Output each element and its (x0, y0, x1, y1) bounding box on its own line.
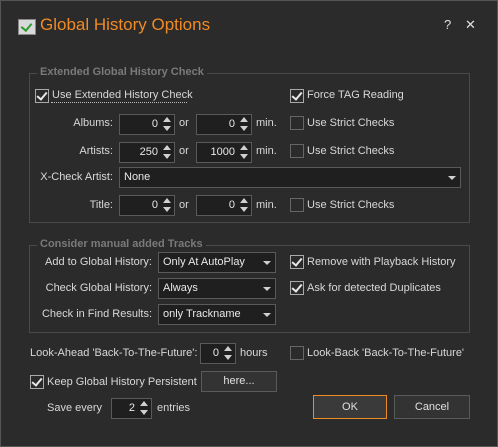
spinner-arrows-icon[interactable] (238, 196, 251, 215)
lookback-label[interactable]: Look-Back 'Back-To-The-Future' (307, 347, 464, 359)
remove-playback-label[interactable]: Remove with Playback History (307, 256, 456, 268)
ask-duplicates-label[interactable]: Ask for detected Duplicates (307, 282, 441, 294)
help-button[interactable]: ? (444, 17, 451, 32)
artists-label: Artists: (79, 145, 113, 157)
keep-persistent-label[interactable]: Keep Global History Persistent (47, 376, 197, 388)
force-tag-label[interactable]: Force TAG Reading (307, 89, 404, 101)
use-extended-label[interactable]: Use Extended History Check (52, 89, 193, 101)
artists-or-label: or (179, 145, 189, 157)
check-history-label: Check Global History: (45, 282, 152, 294)
here-button[interactable]: here... (201, 371, 277, 392)
title-to-value: 0 (228, 199, 235, 211)
force-tag-checkbox[interactable] (290, 89, 304, 103)
artists-from-spinner[interactable]: 250 (119, 142, 175, 163)
check-history-value: Always (163, 282, 198, 294)
remove-playback-checkbox[interactable] (290, 255, 304, 269)
albums-or-label: or (179, 117, 189, 129)
chevron-down-icon[interactable] (263, 261, 271, 265)
artists-strict-label[interactable]: Use Strict Checks (307, 145, 394, 157)
find-results-value: only Trackname (163, 308, 241, 320)
use-extended-checkbox[interactable] (35, 89, 49, 103)
chevron-down-icon[interactable] (263, 313, 271, 317)
find-results-select[interactable]: only Trackname (158, 304, 276, 325)
title-from-spinner[interactable]: 0 (119, 195, 175, 216)
ok-button[interactable]: OK (313, 395, 387, 419)
title-to-spinner[interactable]: 0 (196, 195, 252, 216)
app-checkmark-icon (18, 19, 36, 35)
xcheck-value: None (124, 171, 151, 183)
save-every-label: Save every (47, 402, 103, 414)
lookahead-spinner[interactable]: 0 (200, 343, 236, 364)
spinner-arrows-icon[interactable] (238, 115, 251, 134)
spinner-arrows-icon[interactable] (161, 115, 174, 134)
spinner-arrows-icon[interactable] (138, 399, 151, 418)
add-to-history-value: Only At AutoPlay (163, 256, 245, 268)
save-every-spinner[interactable]: 2 (111, 398, 152, 419)
dialog-title: Global History Options (40, 15, 211, 34)
artists-min-label: min. (256, 145, 277, 157)
title-from-value: 0 (151, 199, 158, 211)
albums-from-spinner[interactable]: 0 (119, 114, 175, 135)
artists-to-spinner[interactable]: 1000 (196, 142, 252, 163)
add-to-history-select[interactable]: Only At AutoPlay (158, 252, 276, 273)
find-results-label: Check in Find Results: (41, 308, 152, 320)
lookback-checkbox[interactable] (290, 346, 304, 360)
save-every-value: 2 (128, 402, 135, 414)
keep-persistent-checkbox[interactable] (30, 375, 44, 389)
entries-label: entries (157, 402, 191, 414)
focus-rect (51, 102, 187, 103)
albums-strict-checkbox[interactable] (290, 116, 304, 130)
artists-strict-checkbox[interactable] (290, 144, 304, 158)
manual-group-title: Consider manual added Tracks (37, 238, 206, 250)
close-button[interactable]: ✕ (465, 17, 476, 33)
title-or-label: or (179, 199, 189, 211)
lookahead-value: 0 (212, 347, 219, 359)
albums-strict-label[interactable]: Use Strict Checks (307, 117, 394, 129)
xcheck-label: X-Check Artist: (40, 171, 113, 183)
xcheck-select[interactable]: None (119, 167, 461, 188)
extended-group-title: Extended Global History Check (37, 66, 207, 78)
title-label: Title: (89, 199, 113, 211)
add-to-history-label: Add to Global History: (45, 256, 152, 268)
albums-to-spinner[interactable]: 0 (196, 114, 252, 135)
title-strict-label[interactable]: Use Strict Checks (307, 199, 394, 211)
chevron-down-icon[interactable] (448, 176, 456, 180)
artists-from-value: 250 (139, 146, 158, 158)
chevron-down-icon[interactable] (263, 287, 271, 291)
albums-label: Albums: (73, 117, 113, 129)
title-min-label: min. (256, 199, 277, 211)
cancel-button[interactable]: Cancel (394, 395, 470, 419)
check-history-select[interactable]: Always (158, 278, 276, 299)
spinner-arrows-icon[interactable] (222, 344, 235, 363)
ask-duplicates-checkbox[interactable] (290, 281, 304, 295)
lookahead-label: Look-Ahead 'Back-To-The-Future': (30, 347, 198, 359)
artists-to-value: 1000 (210, 146, 235, 158)
spinner-arrows-icon[interactable] (161, 143, 174, 162)
title-strict-checkbox[interactable] (290, 198, 304, 212)
hours-label: hours (240, 347, 268, 359)
albums-min-label: min. (256, 117, 277, 129)
spinner-arrows-icon[interactable] (161, 196, 174, 215)
albums-from-value: 0 (151, 118, 158, 130)
spinner-arrows-icon[interactable] (238, 143, 251, 162)
albums-to-value: 0 (228, 118, 235, 130)
